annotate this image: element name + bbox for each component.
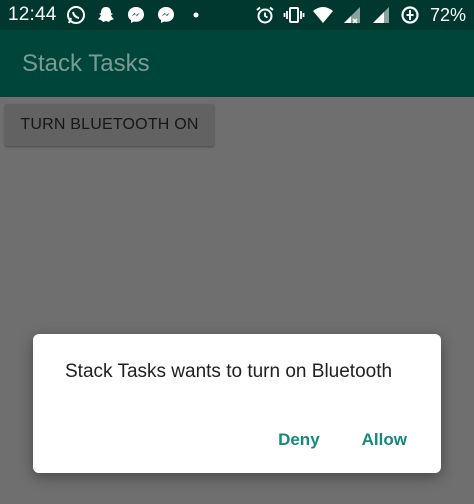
system-status-icons: 72% bbox=[254, 4, 466, 26]
status-time: 12:44 bbox=[8, 4, 57, 25]
dot-icon bbox=[185, 4, 207, 26]
turn-bluetooth-on-button[interactable]: TURN BLUETOOTH ON bbox=[5, 104, 214, 146]
signal-icon bbox=[341, 4, 363, 26]
signal-icon bbox=[370, 4, 392, 26]
bluetooth-permission-dialog: Stack Tasks wants to turn on Bluetooth D… bbox=[33, 334, 441, 473]
app-bar: Stack Tasks bbox=[0, 30, 474, 97]
data-saver-icon bbox=[399, 4, 421, 26]
deny-button[interactable]: Deny bbox=[278, 430, 320, 450]
allow-button[interactable]: Allow bbox=[362, 430, 407, 450]
vibrate-icon bbox=[283, 4, 305, 26]
alarm-icon bbox=[254, 4, 276, 26]
dialog-actions: Deny Allow bbox=[278, 430, 407, 450]
status-bar: 12:44 72% bbox=[0, 0, 474, 30]
wifi-icon bbox=[312, 4, 334, 26]
dialog-message: Stack Tasks wants to turn on Bluetooth bbox=[65, 361, 393, 382]
messenger-icon bbox=[125, 4, 147, 26]
app-title: Stack Tasks bbox=[22, 50, 150, 77]
messenger-icon bbox=[155, 4, 177, 26]
notification-icons bbox=[65, 4, 207, 26]
whatsapp-icon bbox=[65, 4, 87, 26]
battery-level: 72% bbox=[429, 4, 466, 25]
snapchat-icon bbox=[95, 4, 117, 26]
